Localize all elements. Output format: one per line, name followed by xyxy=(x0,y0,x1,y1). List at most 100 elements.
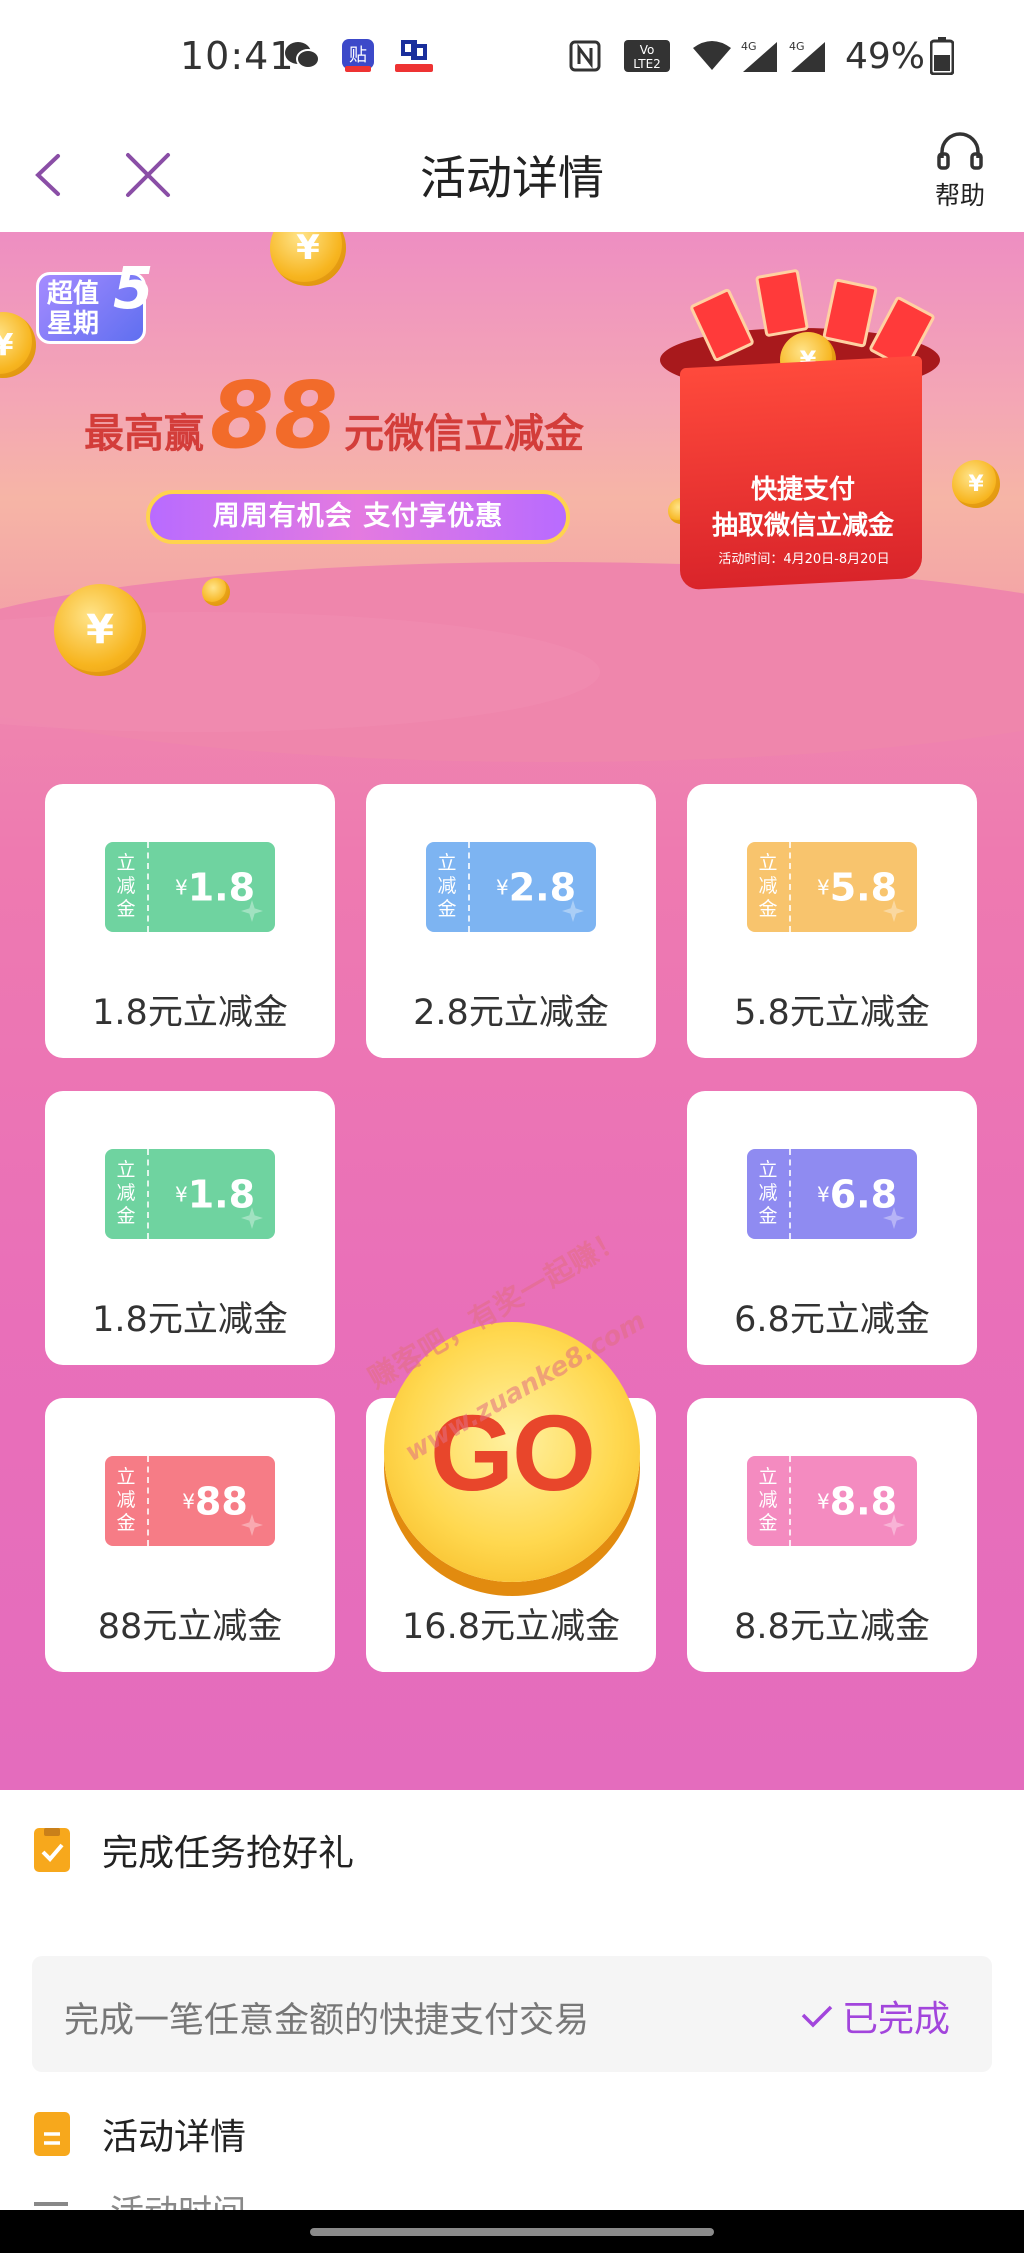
currency-symbol: ¥ xyxy=(174,875,188,900)
help-button[interactable]: 帮助 xyxy=(925,128,995,224)
wifi-icon xyxy=(690,36,734,76)
ticket-tag: 立减金 xyxy=(747,842,791,932)
help-label: 帮助 xyxy=(934,181,985,210)
ticket-tag: 立减金 xyxy=(105,842,149,932)
voucher-ticket: 立减金 ¥8.8 xyxy=(747,1456,917,1546)
banner-headline: 最高赢 88 元微信立减金 xyxy=(84,362,584,472)
ticket-tag: 立减金 xyxy=(426,842,470,932)
prize-card: 立减金 ¥6.8 6.8元立减金 xyxy=(687,1091,977,1365)
battery-percent: 49% xyxy=(845,36,926,77)
coin-icon: ¥ xyxy=(54,584,146,676)
wechat-icon xyxy=(282,36,322,76)
prize-card: 立减金 ¥1.8 1.8元立减金 xyxy=(45,1091,335,1365)
status-bar: 10:41 贴 Vo LTE2 4G 4G 49% xyxy=(0,0,1024,120)
list-marker xyxy=(34,2202,68,2206)
nfc-icon xyxy=(568,36,602,76)
brand-logo: 超值星期 5 xyxy=(36,259,153,344)
details-section-title: 活动详情 xyxy=(102,2117,247,2158)
signal-4g-icon: 4G xyxy=(786,36,828,76)
prize-card: 立减金 ¥8.8 8.8元立减金 xyxy=(687,1398,977,1672)
ticket-amount: ¥88 xyxy=(155,1456,275,1546)
check-icon xyxy=(801,2005,833,2028)
nav-bar: 活动详情 帮助 xyxy=(0,120,1024,232)
ticket-amount: ¥8.8 xyxy=(797,1456,917,1546)
ticket-value: 88 xyxy=(194,1479,248,1524)
currency-symbol: ¥ xyxy=(495,875,509,900)
headline-suffix: 元微信立减金 xyxy=(344,411,585,457)
task-section-title: 完成任务抢好礼 xyxy=(102,1833,355,1874)
ticket-tag: 立减金 xyxy=(747,1149,791,1239)
headline-amount: 88 xyxy=(210,362,339,469)
ticket-tag: 立减金 xyxy=(747,1456,791,1546)
document-icon xyxy=(34,2112,70,2156)
tie-app-icon: 贴 xyxy=(340,36,376,76)
ticket-value: 8.8 xyxy=(829,1479,898,1524)
volte-icon: Vo LTE2 xyxy=(622,36,672,76)
task-section: 完成任务抢好礼 完成一笔任意金额的快捷支付交易 已完成 活动详情 活动时间 xyxy=(0,1790,1024,2253)
voucher-ticket: 立减金 ¥5.8 xyxy=(747,842,917,932)
gift-box-text: 快捷支付 抽取微信立减金 xyxy=(690,472,916,544)
svg-text:4G: 4G xyxy=(741,40,757,53)
activity-banner: 超值星期 5 ¥ ¥ ¥ ¥ 最高赢 88 元微信立减金 周周有机会 支付享优惠… xyxy=(0,232,1024,1790)
currency-symbol: ¥ xyxy=(816,1182,830,1207)
task-status: 已完成 xyxy=(800,1990,950,2042)
task-status-label: 已完成 xyxy=(841,1999,950,2040)
coin-icon: ¥ xyxy=(952,460,1000,508)
voucher-ticket: 立减金 ¥88 xyxy=(105,1456,275,1546)
navigation-gesture-bar xyxy=(0,2210,1024,2253)
svg-text:贴: 贴 xyxy=(349,45,367,66)
prize-card: 立减金 ¥2.8 2.8元立减金 xyxy=(366,784,656,1058)
status-time: 10:41 xyxy=(180,34,295,78)
ticket-amount: ¥5.8 xyxy=(797,842,917,932)
currency-symbol: ¥ xyxy=(182,1489,195,1514)
ticket-amount: ¥1.8 xyxy=(155,842,275,932)
voucher-ticket: 立减金 ¥2.8 xyxy=(426,842,596,932)
currency-symbol: ¥ xyxy=(816,1489,830,1514)
prize-label: 2.8元立减金 xyxy=(413,993,609,1033)
voucher-ticket: 立减金 ¥1.8 xyxy=(105,842,275,932)
svg-text:LTE2: LTE2 xyxy=(633,57,661,71)
page-title: 活动详情 xyxy=(420,151,604,205)
logo-text: 超值星期 xyxy=(47,279,100,339)
ticket-value: 1.8 xyxy=(187,865,256,910)
clipboard-check-icon xyxy=(34,1828,70,1872)
ticket-value: 1.8 xyxy=(187,1172,256,1217)
currency-symbol: ¥ xyxy=(816,875,830,900)
ticket-value: 6.8 xyxy=(829,1172,898,1217)
logo-number: 5 xyxy=(113,254,154,322)
promo-pill: 周周有机会 支付享优惠 xyxy=(146,490,570,544)
signal-4g-icon: 4G xyxy=(738,36,780,76)
gift-text-line: 快捷支付 xyxy=(750,475,855,505)
ticket-tag: 立减金 xyxy=(105,1456,149,1546)
prize-label: 6.8元立减金 xyxy=(734,1300,930,1340)
task-description: 完成一笔任意金额的快捷支付交易 xyxy=(64,2001,590,2041)
prize-label: 88元立减金 xyxy=(97,1607,283,1647)
coin-icon xyxy=(202,578,230,606)
prize-label: 8.8元立减金 xyxy=(734,1607,930,1647)
battery-icon xyxy=(928,36,956,76)
svg-text:Vo: Vo xyxy=(640,43,655,57)
ticket-value: 2.8 xyxy=(508,865,577,910)
bank-app-icon xyxy=(392,36,436,76)
task-item: 完成一笔任意金额的快捷支付交易 已完成 xyxy=(32,1956,992,2072)
voucher-ticket: 立减金 ¥6.8 xyxy=(747,1149,917,1239)
prize-label: 5.8元立减金 xyxy=(734,993,930,1033)
prize-card: 立减金 ¥88 88元立减金 xyxy=(45,1398,335,1672)
gift-text-line: 抽取微信立减金 xyxy=(711,511,894,541)
activity-date: 活动时间：4月20日-8月20日 xyxy=(718,552,890,567)
ticket-amount: ¥2.8 xyxy=(476,842,596,932)
home-indicator[interactable] xyxy=(310,2228,714,2236)
prize-card: 立减金 ¥1.8 1.8元立减金 xyxy=(45,784,335,1058)
ticket-value: 5.8 xyxy=(829,865,898,910)
prize-label: 16.8元立减金 xyxy=(402,1607,620,1647)
prize-label: 1.8元立减金 xyxy=(92,1300,288,1340)
svg-text:4G: 4G xyxy=(789,40,805,53)
prize-card: 立减金 ¥5.8 5.8元立减金 xyxy=(687,784,977,1058)
prize-label: 1.8元立减金 xyxy=(92,993,288,1033)
ticket-amount: ¥1.8 xyxy=(155,1149,275,1239)
headline-prefix: 最高赢 xyxy=(84,411,204,457)
voucher-ticket: 立减金 ¥1.8 xyxy=(105,1149,275,1239)
ticket-tag: 立减金 xyxy=(105,1149,149,1239)
headset-icon xyxy=(937,132,983,170)
currency-symbol: ¥ xyxy=(174,1182,188,1207)
